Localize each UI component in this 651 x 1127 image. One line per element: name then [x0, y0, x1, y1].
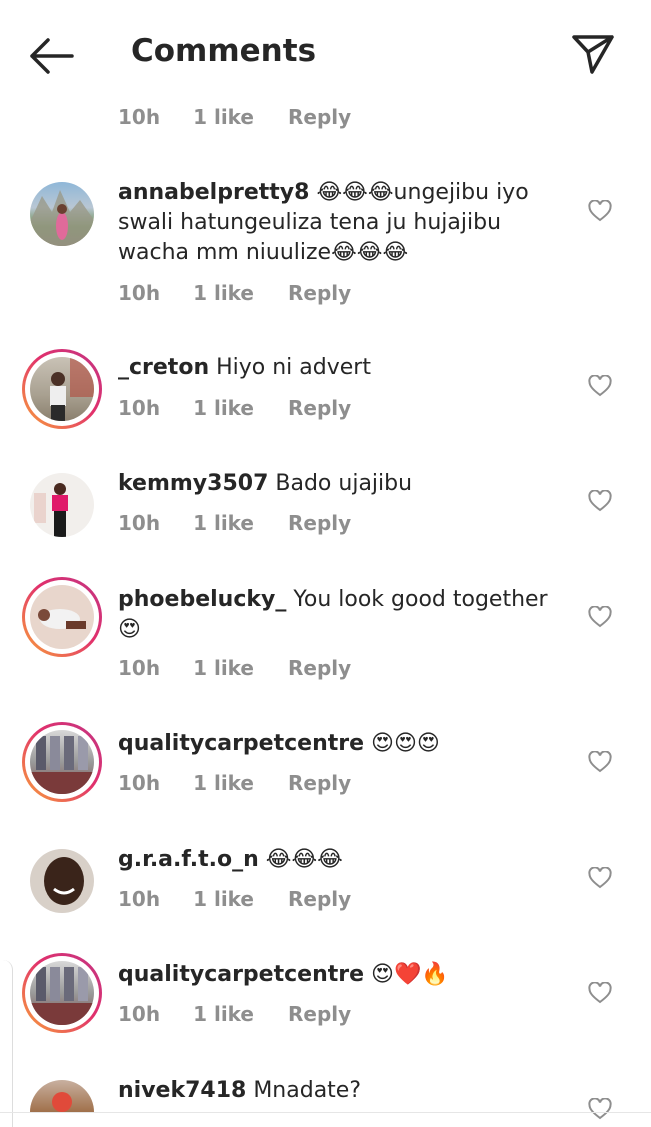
comment-username[interactable]: phoebelucky_	[118, 587, 286, 612]
comment-body: Mnadate?	[253, 1078, 362, 1103]
comment-like-count[interactable]: 1 like	[193, 771, 254, 795]
side-panel-edge	[0, 960, 13, 1127]
comment-meta: 10h 1 like Reply	[118, 281, 351, 305]
comment-text: qualitycarpetcentre 😍😍😍	[118, 729, 558, 759]
comment-body: Hiyo ni advert	[216, 355, 371, 380]
comment-text: phoebelucky_ You look good together 😍	[118, 585, 558, 645]
comment-username[interactable]: qualitycarpetcentre	[118, 731, 364, 756]
comment-meta: 10h 1 like Reply	[118, 396, 351, 420]
avatar[interactable]	[30, 473, 94, 537]
comment-meta: 10h 1 like Reply	[118, 887, 351, 911]
comment-time: 10h	[118, 1002, 161, 1026]
avatar[interactable]	[30, 1080, 94, 1112]
comment-time: 10h	[118, 281, 161, 305]
comment-meta: 10h 1 like Reply	[118, 1002, 351, 1026]
story-ring[interactable]	[22, 349, 102, 429]
heart-icon[interactable]	[588, 982, 612, 1004]
comment-body: Bado ujajibu	[275, 471, 413, 496]
story-ring[interactable]	[22, 722, 102, 802]
comment-username[interactable]: nivek7418	[118, 1078, 246, 1103]
comment-text: annabelpretty8 😂😂😂ungejibu iyo swali hat…	[118, 178, 558, 268]
comment-like-count[interactable]: 1 like	[193, 1002, 254, 1026]
heart-icon[interactable]	[588, 200, 612, 222]
comment-username[interactable]: kemmy3507	[118, 471, 268, 496]
comment-username[interactable]: _creton	[118, 355, 209, 380]
divider	[0, 1112, 651, 1113]
comment-like-count[interactable]: 1 like	[193, 656, 254, 680]
avatar	[30, 961, 94, 1025]
comment-time: 10h	[118, 396, 161, 420]
comment-meta: 10h 1 like Reply	[118, 105, 351, 129]
reply-button[interactable]: Reply	[288, 281, 351, 305]
comment-time: 10h	[118, 887, 161, 911]
reply-button[interactable]: Reply	[288, 511, 351, 535]
avatar[interactable]	[30, 849, 94, 913]
reply-button[interactable]: Reply	[288, 105, 351, 129]
arrow-left-icon[interactable]	[28, 36, 74, 76]
comment-like-count[interactable]: 1 like	[193, 281, 254, 305]
comment-body: 😍😍😍	[371, 731, 440, 756]
heart-icon[interactable]	[588, 490, 612, 512]
story-ring[interactable]	[22, 577, 102, 657]
comment-username[interactable]: g.r.a.f.t.o_n	[118, 847, 259, 872]
paper-plane-icon[interactable]	[570, 32, 616, 76]
comment-time: 10h	[118, 656, 161, 680]
reply-button[interactable]: Reply	[288, 887, 351, 911]
reply-button[interactable]: Reply	[288, 771, 351, 795]
heart-icon[interactable]	[588, 375, 612, 397]
comment-meta: 10h 1 like Reply	[118, 771, 351, 795]
comment-body: 😂😂😂	[265, 847, 343, 872]
page-title: Comments	[131, 33, 317, 69]
comment-meta: 10h 1 like Reply	[118, 656, 351, 680]
comment-text: qualitycarpetcentre 😍❤️🔥	[118, 960, 558, 990]
comment-like-count[interactable]: 1 like	[193, 396, 254, 420]
heart-icon[interactable]	[588, 1098, 612, 1120]
comment-username[interactable]: annabelpretty8	[118, 180, 309, 205]
comment-meta: 10h 1 like Reply	[118, 511, 351, 535]
comment-text: _creton Hiyo ni advert	[118, 353, 558, 383]
reply-button[interactable]: Reply	[288, 656, 351, 680]
comment-time: 10h	[118, 771, 161, 795]
comment-text: kemmy3507 Bado ujajibu	[118, 469, 558, 499]
comment-text: nivek7418 Mnadate?	[118, 1076, 558, 1106]
avatar[interactable]	[30, 182, 94, 246]
header-bar: Comments	[0, 0, 651, 112]
reply-button[interactable]: Reply	[288, 396, 351, 420]
comment-like-count[interactable]: 1 like	[193, 511, 254, 535]
comment-time: 10h	[118, 511, 161, 535]
comment-text: g.r.a.f.t.o_n 😂😂😂	[118, 845, 558, 875]
comment-body: 😍❤️🔥	[371, 962, 449, 987]
comment-like-count[interactable]: 1 like	[193, 105, 254, 129]
avatar	[30, 730, 94, 794]
comment-like-count[interactable]: 1 like	[193, 887, 254, 911]
avatar	[30, 357, 94, 421]
heart-icon[interactable]	[588, 751, 612, 773]
story-ring[interactable]	[22, 953, 102, 1033]
heart-icon[interactable]	[588, 867, 612, 889]
avatar	[30, 585, 94, 649]
comment-time: 10h	[118, 105, 161, 129]
heart-icon[interactable]	[588, 606, 612, 628]
comment-username[interactable]: qualitycarpetcentre	[118, 962, 364, 987]
reply-button[interactable]: Reply	[288, 1002, 351, 1026]
